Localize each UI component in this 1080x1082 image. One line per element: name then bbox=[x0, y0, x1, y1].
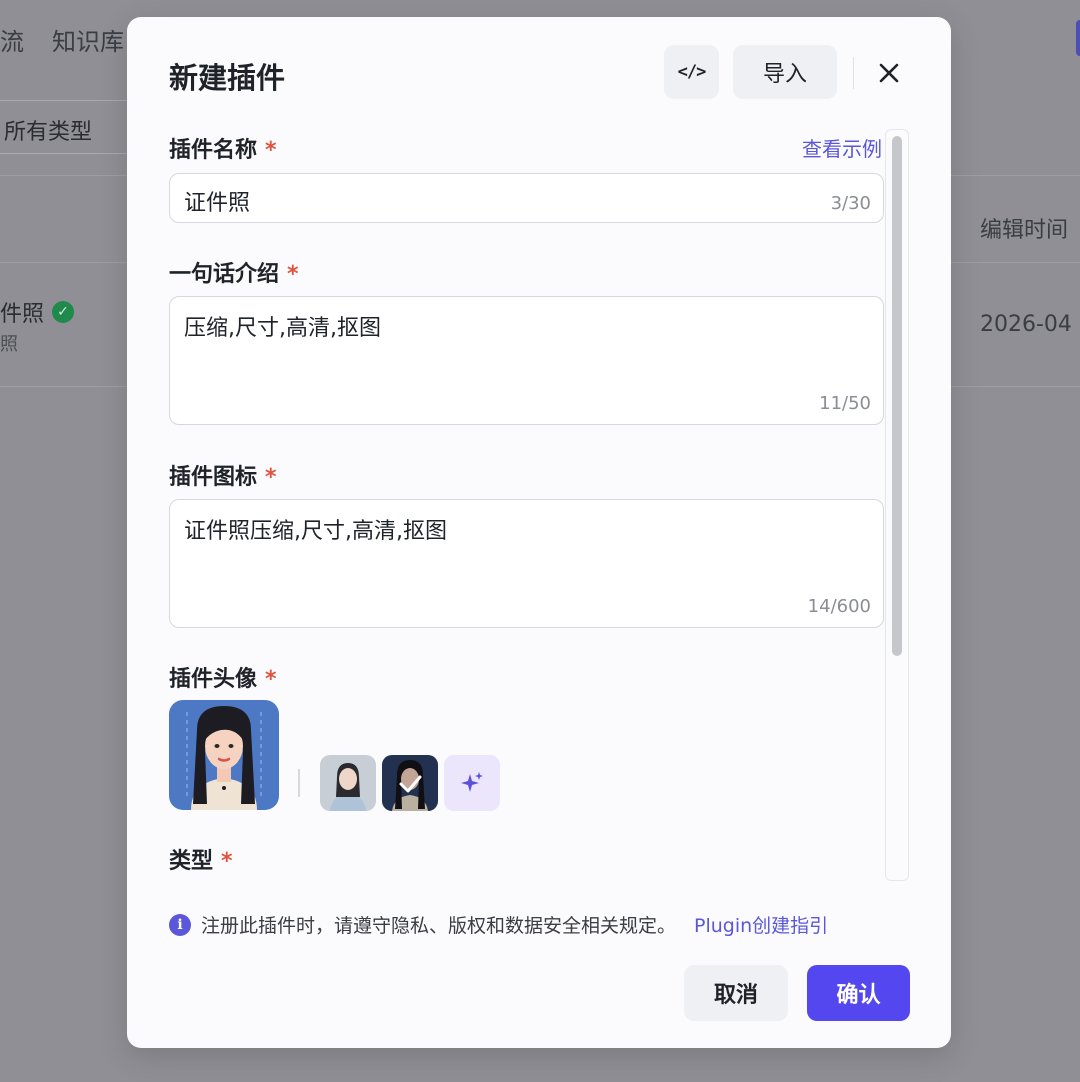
bg-row-name-text: 件照 bbox=[0, 302, 45, 327]
avatar-photo-thumbnail bbox=[320, 755, 376, 811]
avatar-portrait-image bbox=[169, 700, 279, 810]
sparkle-icon bbox=[461, 772, 483, 792]
close-button[interactable] bbox=[871, 55, 907, 91]
bg-nav-item-workflow: 流 bbox=[0, 28, 24, 56]
avatar-label-text: 插件头像 bbox=[169, 667, 258, 692]
notice-text: 注册此插件时，请遵守隐私、版权和数据安全相关规定。 bbox=[201, 915, 677, 937]
avatar-preview[interactable] bbox=[169, 700, 279, 810]
plugin-name-counter: 3/30 bbox=[830, 193, 871, 214]
dialog-title: 新建插件 bbox=[169, 61, 286, 95]
bg-edge-button bbox=[1076, 20, 1080, 56]
bg-type-filter-label: 所有类型 bbox=[4, 120, 93, 145]
required-mark: * bbox=[221, 849, 233, 874]
compliance-notice: i 注册此插件时，请遵守隐私、版权和数据安全相关规定。 Plugin创建指引 bbox=[169, 911, 828, 938]
form-scrollbar[interactable] bbox=[885, 129, 909, 881]
type-label: 类型 * bbox=[169, 843, 233, 875]
avatar-option-1[interactable] bbox=[320, 755, 376, 811]
plugin-name-label-text: 插件名称 bbox=[169, 138, 258, 163]
close-icon bbox=[879, 63, 899, 83]
required-mark: * bbox=[265, 138, 277, 163]
plugin-name-label: 插件名称 * bbox=[169, 132, 277, 164]
bg-row-subtitle: 照 bbox=[0, 334, 18, 355]
code-icon: </> bbox=[677, 62, 707, 82]
intro-value: 压缩,尺寸,高清,抠图 bbox=[184, 316, 381, 341]
bg-column-header-edit-time: 编辑时间 bbox=[980, 218, 1069, 243]
import-button[interactable]: 导入 bbox=[733, 45, 837, 99]
plugin-name-input[interactable]: 证件照 3/30 bbox=[169, 173, 884, 223]
bg-nav-item-knowledge: 知识库 bbox=[52, 28, 124, 56]
intro-label: 一句话介绍 * bbox=[169, 256, 299, 288]
confirm-button[interactable]: 确认 bbox=[807, 965, 910, 1021]
plugin-icon-value: 证件照压缩,尺寸,高清,抠图 bbox=[184, 519, 447, 544]
plugin-guide-link[interactable]: Plugin创建指引 bbox=[694, 911, 828, 938]
bg-row-date: 2026-04 bbox=[980, 312, 1072, 337]
plugin-icon-label: 插件图标 * bbox=[169, 459, 277, 491]
create-plugin-dialog: 新建插件 </> 导入 插件名称 * 查看示例 证件照 3/30 一句话介绍 * 压… bbox=[127, 17, 951, 1048]
bg-row-name: 件照 ✓ bbox=[0, 296, 75, 328]
type-label-text: 类型 bbox=[169, 849, 214, 874]
header-divider bbox=[853, 57, 854, 89]
bg-type-filter: 所有类型 bbox=[0, 100, 140, 154]
info-icon: i bbox=[169, 913, 191, 936]
view-example-link[interactable]: 查看示例 bbox=[802, 133, 882, 162]
scrollbar-thumb[interactable] bbox=[892, 136, 902, 656]
ai-generate-avatar-button[interactable] bbox=[444, 755, 500, 811]
intro-label-text: 一句话介绍 bbox=[169, 262, 280, 287]
avatar-illustration-thumbnail bbox=[382, 755, 438, 811]
required-mark: * bbox=[287, 262, 299, 287]
avatar-option-2-selected[interactable] bbox=[382, 755, 438, 811]
check-circle-icon: ✓ bbox=[52, 301, 75, 323]
required-mark: * bbox=[265, 667, 277, 692]
required-mark: * bbox=[265, 465, 277, 490]
intro-counter: 11/50 bbox=[819, 393, 871, 414]
plugin-icon-textarea[interactable]: 证件照压缩,尺寸,高清,抠图 14/600 bbox=[169, 499, 884, 628]
plugin-name-value: 证件照 bbox=[184, 191, 251, 216]
intro-textarea[interactable]: 压缩,尺寸,高清,抠图 11/50 bbox=[169, 296, 884, 425]
plugin-icon-label-text: 插件图标 bbox=[169, 465, 258, 490]
code-mode-button[interactable]: </> bbox=[664, 45, 719, 99]
avatar-label: 插件头像 * bbox=[169, 661, 277, 693]
plugin-icon-counter: 14/600 bbox=[807, 596, 871, 617]
cancel-button[interactable]: 取消 bbox=[684, 965, 788, 1021]
avatar-divider bbox=[298, 769, 300, 797]
